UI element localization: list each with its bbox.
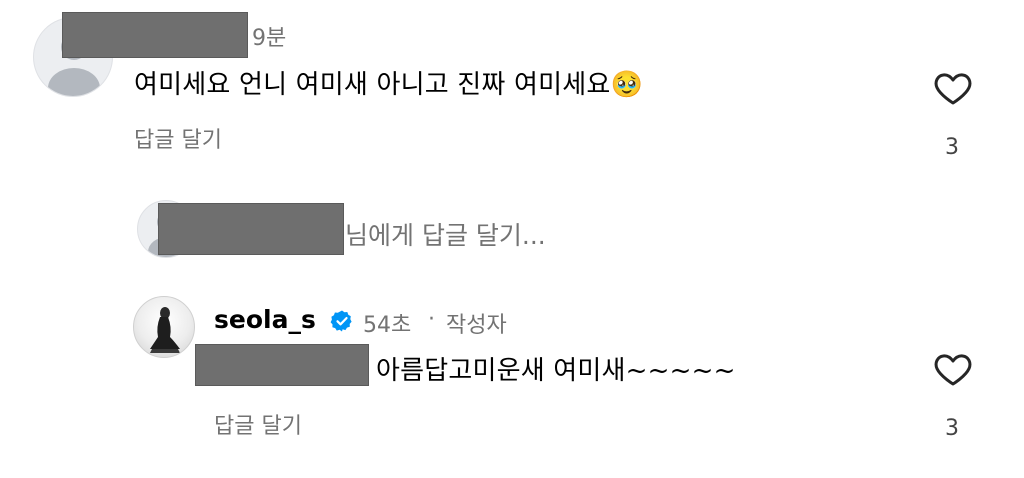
separator-dot: ·: [428, 307, 435, 332]
author-tag: 작성자: [446, 313, 507, 338]
author-username[interactable]: seola_s: [214, 305, 316, 334]
redacted-username: [158, 203, 344, 255]
comment-time: 9분: [252, 26, 287, 51]
reply-input-prompt[interactable]: 님에게 답글 달기...: [345, 216, 546, 252]
author-photo-icon: [150, 307, 180, 353]
comment-time: 54초: [363, 313, 412, 338]
comment-text: 여미세요 언니 여미새 아니고 진짜 여미세요🥹: [134, 70, 644, 100]
author-avatar[interactable]: [133, 296, 195, 358]
like-count: 3: [945, 135, 959, 160]
redacted-username: [62, 12, 248, 58]
pleading-face-emoji: 🥹: [610, 70, 644, 100]
reply-button[interactable]: 답글 달기: [134, 122, 222, 154]
like-count: 3: [945, 416, 959, 441]
redacted-mention: [195, 344, 369, 386]
default-avatar-body-icon: [48, 68, 100, 96]
heart-icon[interactable]: [932, 349, 974, 389]
reply-button[interactable]: 답글 달기: [214, 408, 302, 440]
verified-badge-icon: [330, 310, 352, 332]
heart-icon[interactable]: [932, 68, 974, 108]
comment-text: 아름답고미운새 여미새~~~~~: [376, 356, 736, 386]
